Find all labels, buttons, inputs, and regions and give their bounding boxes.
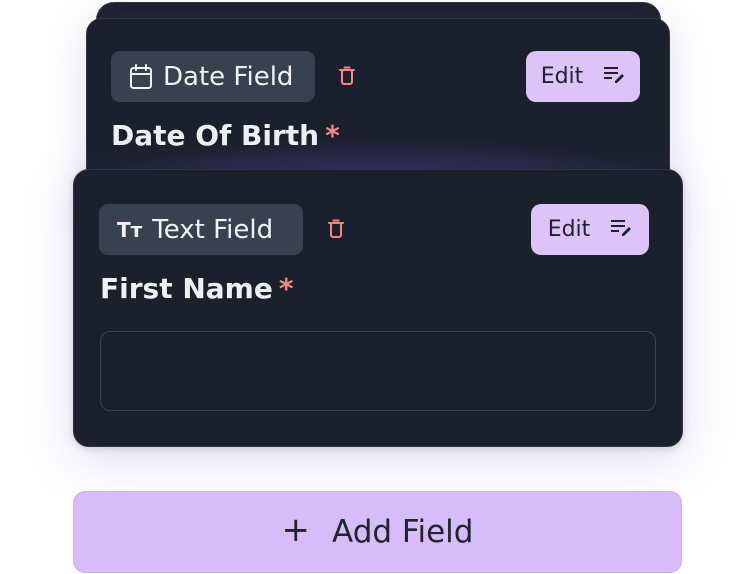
delete-field-button[interactable] (337, 66, 357, 90)
edit-list-icon (603, 64, 625, 89)
field-label: First Name * (100, 272, 293, 305)
edit-label: Edit (547, 217, 591, 242)
field-type-label: Date Field (163, 61, 294, 92)
field-type-chip: Date Field (111, 51, 315, 102)
add-field-label: Add Field (332, 514, 474, 550)
trash-icon (339, 66, 355, 90)
delete-field-button[interactable] (326, 219, 346, 243)
field-label-text: Date Of Birth (111, 119, 320, 152)
field-type-label: Text Field (152, 214, 274, 245)
field-card-text: Tт Text Field Edit First Name * (73, 169, 683, 447)
required-marker: * (278, 272, 294, 305)
edit-field-button[interactable]: Edit (531, 204, 649, 255)
calendar-icon (129, 63, 153, 90)
plus-icon: + (281, 510, 311, 550)
first-name-input[interactable] (100, 331, 656, 411)
edit-list-icon (610, 217, 632, 242)
trash-icon (328, 219, 344, 243)
required-marker: * (325, 119, 340, 152)
edit-label: Edit (540, 64, 584, 89)
field-label: Date Of Birth * (111, 119, 340, 152)
add-field-button[interactable]: + Add Field (73, 491, 682, 573)
field-type-chip: Tт Text Field (99, 204, 303, 255)
field-label-text: First Name (100, 272, 273, 305)
text-type-icon: Tт (117, 217, 143, 242)
edit-field-button[interactable]: Edit (526, 51, 640, 102)
